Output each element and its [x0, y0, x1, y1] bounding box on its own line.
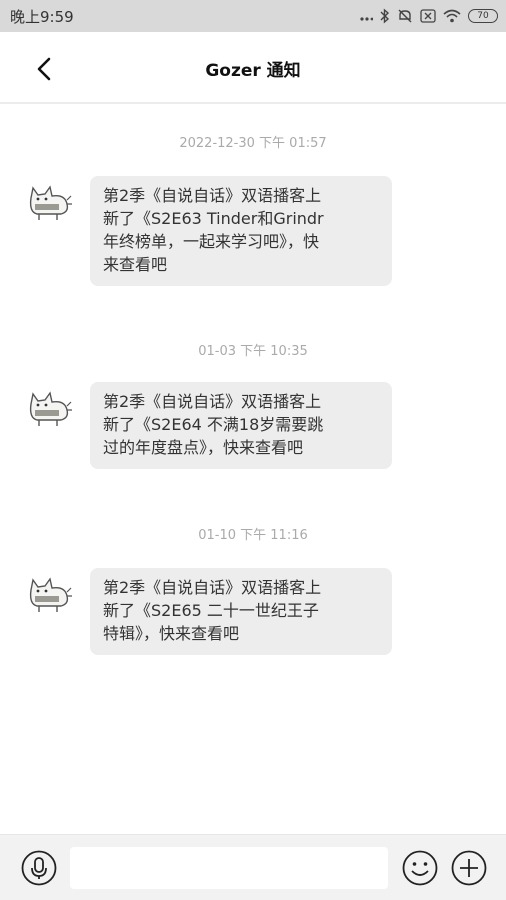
message-line: 新了《S2E65 二十一世纪王子	[103, 601, 319, 620]
cat-logo-icon	[29, 577, 72, 612]
sim-icon	[420, 9, 436, 23]
mute-icon	[398, 9, 412, 23]
message-bubble[interactable]: 第2季《自说自话》双语播客上 新了《S2E64 不满18岁需要跳 过的年度盘点》…	[90, 382, 392, 469]
message-input[interactable]	[70, 847, 388, 889]
page-title: Gozer 通知	[205, 61, 301, 81]
microphone-icon	[21, 850, 57, 886]
more-button[interactable]	[450, 849, 488, 887]
plus-icon	[451, 850, 487, 886]
message-line: 第2季《自说自话》双语播客上	[103, 186, 322, 205]
message-line: 年终榜单，一起来学习吧》，快	[103, 232, 320, 251]
signal-dots-icon	[360, 17, 373, 21]
wifi-icon	[443, 9, 461, 23]
avatar[interactable]	[25, 182, 73, 222]
message-bubble[interactable]: 第2季《自说自话》双语播客上 新了《S2E63 Tinder和Grindr 年终…	[90, 176, 392, 286]
message-timestamp: 2022-12-30 下午 01:57	[179, 136, 327, 151]
message-line: 新了《S2E64 不满18岁需要跳	[103, 415, 324, 434]
message-line: 过的年度盘点》，快来查看吧	[103, 438, 304, 457]
avatar[interactable]	[25, 388, 73, 428]
emoji-icon	[402, 850, 438, 886]
status-bar: 晚上9:59 70	[0, 0, 506, 32]
status-icons: 70	[359, 8, 498, 24]
message-line: 新了《S2E63 Tinder和Grindr	[103, 209, 324, 228]
bluetooth-icon	[380, 8, 390, 24]
message-line: 来查看吧	[103, 255, 168, 274]
voice-button[interactable]	[20, 849, 58, 887]
battery-level: 70	[477, 11, 489, 21]
message-timestamp: 01-03 下午 10:35	[198, 344, 308, 359]
cat-logo-icon	[29, 185, 72, 220]
message-timestamp: 01-10 下午 11:16	[198, 528, 308, 543]
input-bar	[0, 834, 506, 900]
emoji-button[interactable]	[401, 849, 439, 887]
message-list[interactable]: 2022-12-30 下午 01:57 第2季《自说自话》双语播客上 新了《S2…	[0, 104, 506, 834]
message-line: 第2季《自说自话》双语播客上	[103, 578, 322, 597]
battery-icon: 70	[468, 9, 498, 23]
status-time: 晚上9:59	[10, 7, 74, 26]
message-bubble[interactable]: 第2季《自说自话》双语播客上 新了《S2E65 二十一世纪王子 特辑》，快来查看…	[90, 568, 392, 655]
message-line: 第2季《自说自话》双语播客上	[103, 392, 322, 411]
avatar[interactable]	[25, 574, 73, 614]
message-line: 特辑》，快来查看吧	[103, 624, 240, 643]
cat-logo-icon	[29, 391, 72, 426]
header: Gozer 通知	[0, 32, 506, 104]
